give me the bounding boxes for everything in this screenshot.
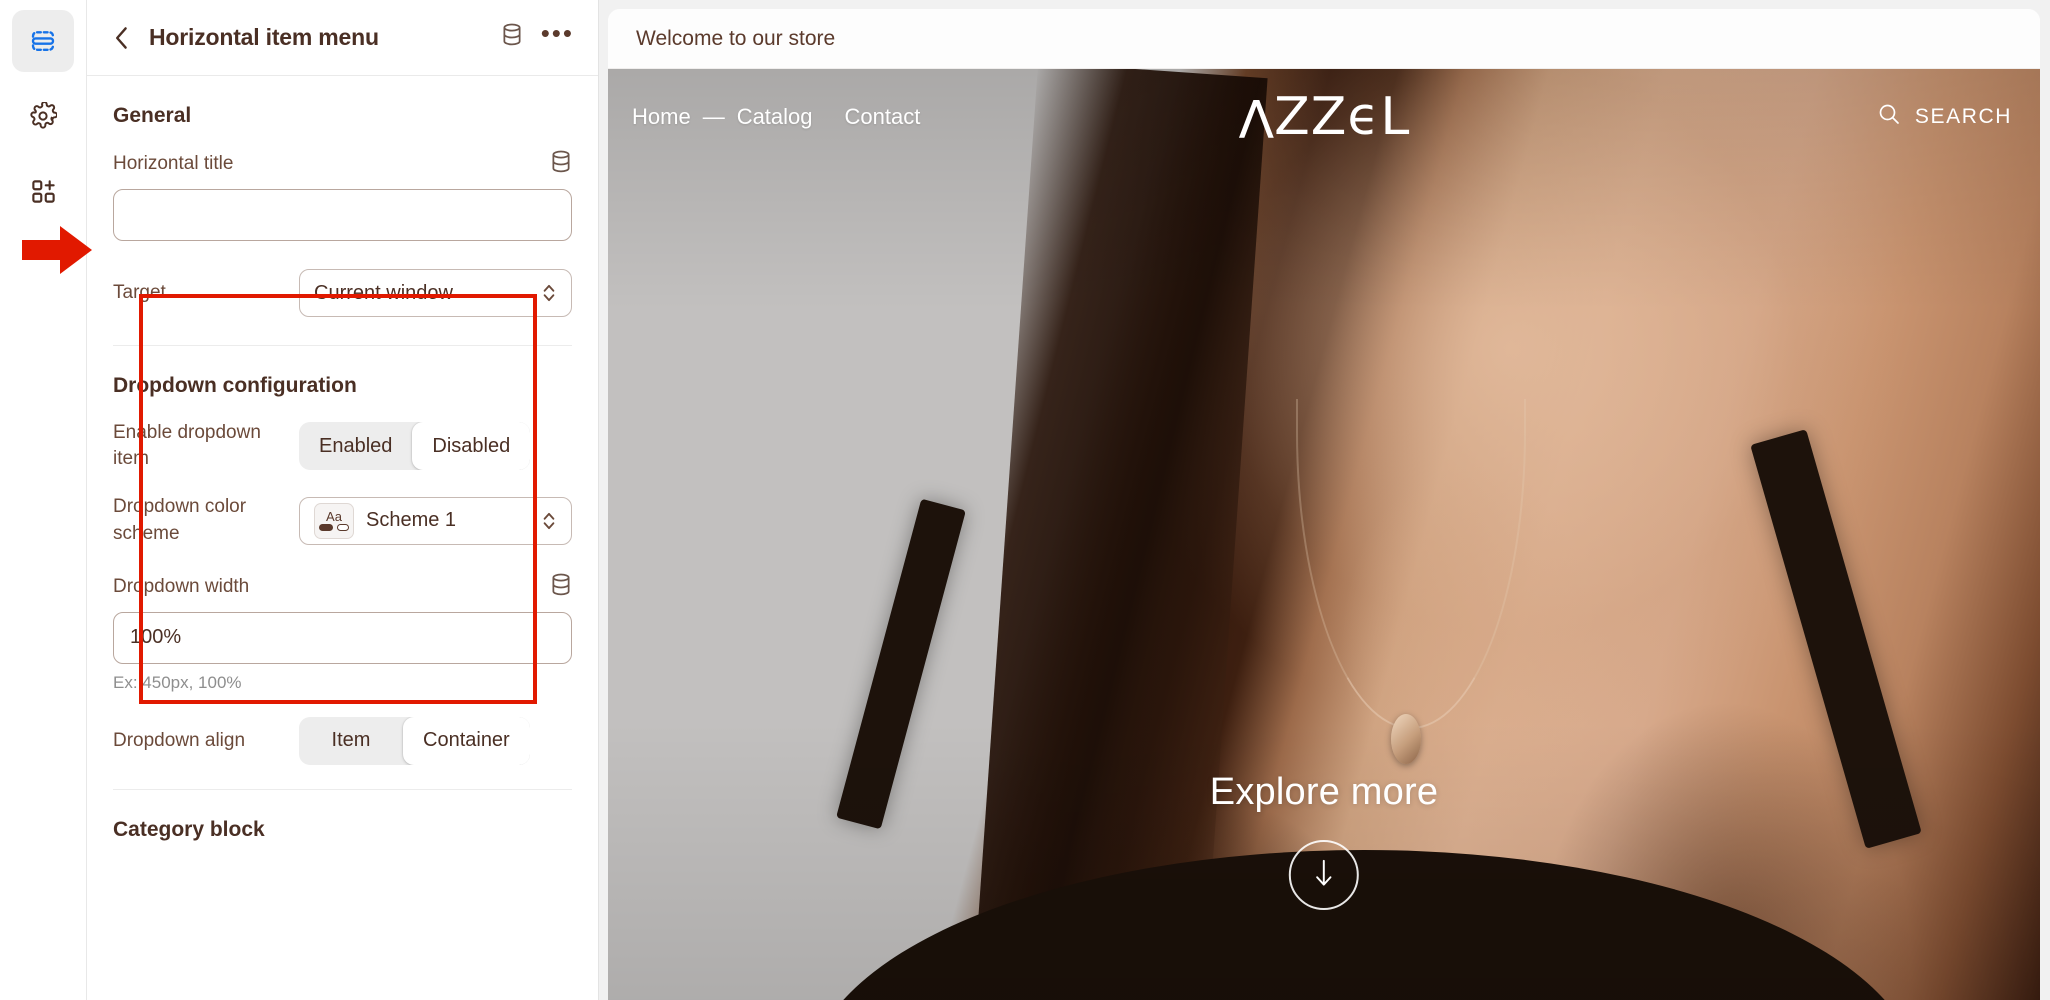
hero-cta-text: Explore more (1209, 771, 1439, 813)
dropdown-color-scheme-label: Dropdown color scheme (113, 496, 247, 544)
target-label: Target (113, 281, 166, 303)
dropdown-configuration-heading: Dropdown configuration (113, 374, 357, 397)
add-block-icon (30, 178, 57, 205)
sections-icon (28, 26, 58, 56)
more-options-button[interactable]: ••• (540, 17, 574, 48)
editor-icon-rail (0, 0, 87, 1000)
dropdown-align-option-item[interactable]: Item (299, 717, 403, 765)
enable-dropdown-option-enabled[interactable]: Enabled (299, 422, 412, 470)
target-row: Target Current window (113, 269, 572, 317)
enable-dropdown-row: Enable dropdown item Enabled Disabled (113, 420, 572, 472)
back-button[interactable] (109, 25, 135, 51)
store-preview: Welcome to our store Home — Catalog Cont… (599, 0, 2050, 1000)
nav-separator: — (702, 104, 725, 129)
page-title: Horizontal item menu (149, 24, 379, 50)
store-logo[interactable]: VZZϵL (1238, 87, 1411, 147)
settings-panel: Horizontal item menu ••• General Horizon… (87, 0, 599, 1000)
panel-body: General Horizontal title Target Current … (87, 76, 598, 1000)
search-label: SEARCH (1914, 105, 2012, 128)
database-icon[interactable] (550, 150, 572, 179)
sidebar-item-add-block[interactable] (12, 160, 74, 222)
swatch-bar-filled (319, 523, 333, 531)
database-icon (501, 23, 523, 52)
theme-editor-app: Horizontal item menu ••• General Horizon… (0, 0, 2050, 1000)
settings-gear-icon (29, 102, 57, 130)
dropdown-align-segmented-control[interactable]: Item Container (299, 716, 530, 765)
search-button[interactable]: SEARCH (1877, 102, 2012, 132)
swatch-bars (319, 523, 349, 531)
target-select[interactable]: Current window (299, 269, 572, 317)
logo-rest: ZZϵL (1274, 87, 1411, 147)
dropdown-align-option-container[interactable]: Container (403, 716, 530, 765)
nav-links: Home — Catalog Contact (632, 104, 920, 130)
scroll-down-button[interactable] (1288, 840, 1359, 910)
dropdown-width-input[interactable] (113, 611, 572, 664)
dropdown-width-label-row: Dropdown width (113, 573, 572, 602)
category-block-section: Category block (87, 790, 598, 864)
dropdown-color-scheme-row: Dropdown color scheme Aa Scheme 1 (113, 494, 572, 546)
sidebar-item-sections[interactable] (12, 10, 74, 72)
database-icon[interactable] (550, 573, 572, 602)
swatch-aa-text: Aa (326, 508, 342, 524)
dropdown-width-label: Dropdown width (113, 576, 250, 598)
store-preview-frame: Welcome to our store Home — Catalog Cont… (608, 9, 2040, 1000)
nav-link-contact[interactable]: Contact (845, 104, 921, 130)
general-section: General Horizontal title Target Current … (87, 76, 598, 317)
swatch-bar-outline (337, 523, 349, 531)
nav-link-home[interactable]: Home (632, 104, 691, 130)
color-scheme-swatch-icon: Aa (314, 502, 354, 539)
chevron-updown-icon (539, 510, 559, 532)
horizontal-title-input[interactable] (113, 189, 572, 241)
logo-letter-a: V (1237, 87, 1275, 147)
panel-header: Horizontal item menu ••• (87, 0, 598, 76)
dropdown-configuration-section: Dropdown configuration Enable dropdown i… (87, 346, 598, 765)
announcement-bar: Welcome to our store (608, 9, 2040, 69)
sidebar-item-settings[interactable] (12, 85, 74, 147)
dropdown-color-scheme-value: Scheme 1 (366, 509, 457, 532)
dropdown-align-row: Dropdown align Item Container (113, 716, 572, 765)
dynamic-source-button[interactable] (501, 23, 523, 52)
category-block-heading: Category block (113, 817, 265, 841)
enable-dropdown-option-disabled[interactable]: Disabled (412, 422, 531, 471)
horizontal-title-label: Horizontal title (113, 153, 234, 175)
horizontal-title-label-row: Horizontal title (113, 150, 572, 179)
nav-link-catalog[interactable]: Catalog (737, 104, 813, 130)
hero-section: Home — Catalog Contact VZZϵL SEARCH Expl… (608, 69, 2040, 1000)
general-heading: General (113, 104, 192, 127)
dropdown-align-label: Dropdown align (113, 729, 246, 751)
target-select-value: Current window (314, 281, 453, 304)
dropdown-width-hint: Ex: 450px, 100% (113, 672, 242, 692)
enable-dropdown-label: Enable dropdown item (113, 422, 261, 470)
ellipsis-icon: ••• (540, 17, 574, 48)
store-header-nav: Home — Catalog Contact VZZϵL SEARCH (608, 69, 2040, 165)
dropdown-color-scheme-select[interactable]: Aa Scheme 1 (299, 496, 572, 545)
search-icon (1877, 102, 1901, 132)
hero-cta: Explore more (1210, 771, 1438, 910)
enable-dropdown-segmented-control[interactable]: Enabled Disabled (299, 422, 531, 471)
arrow-down-icon (1311, 856, 1337, 895)
chevron-updown-icon (539, 282, 559, 304)
